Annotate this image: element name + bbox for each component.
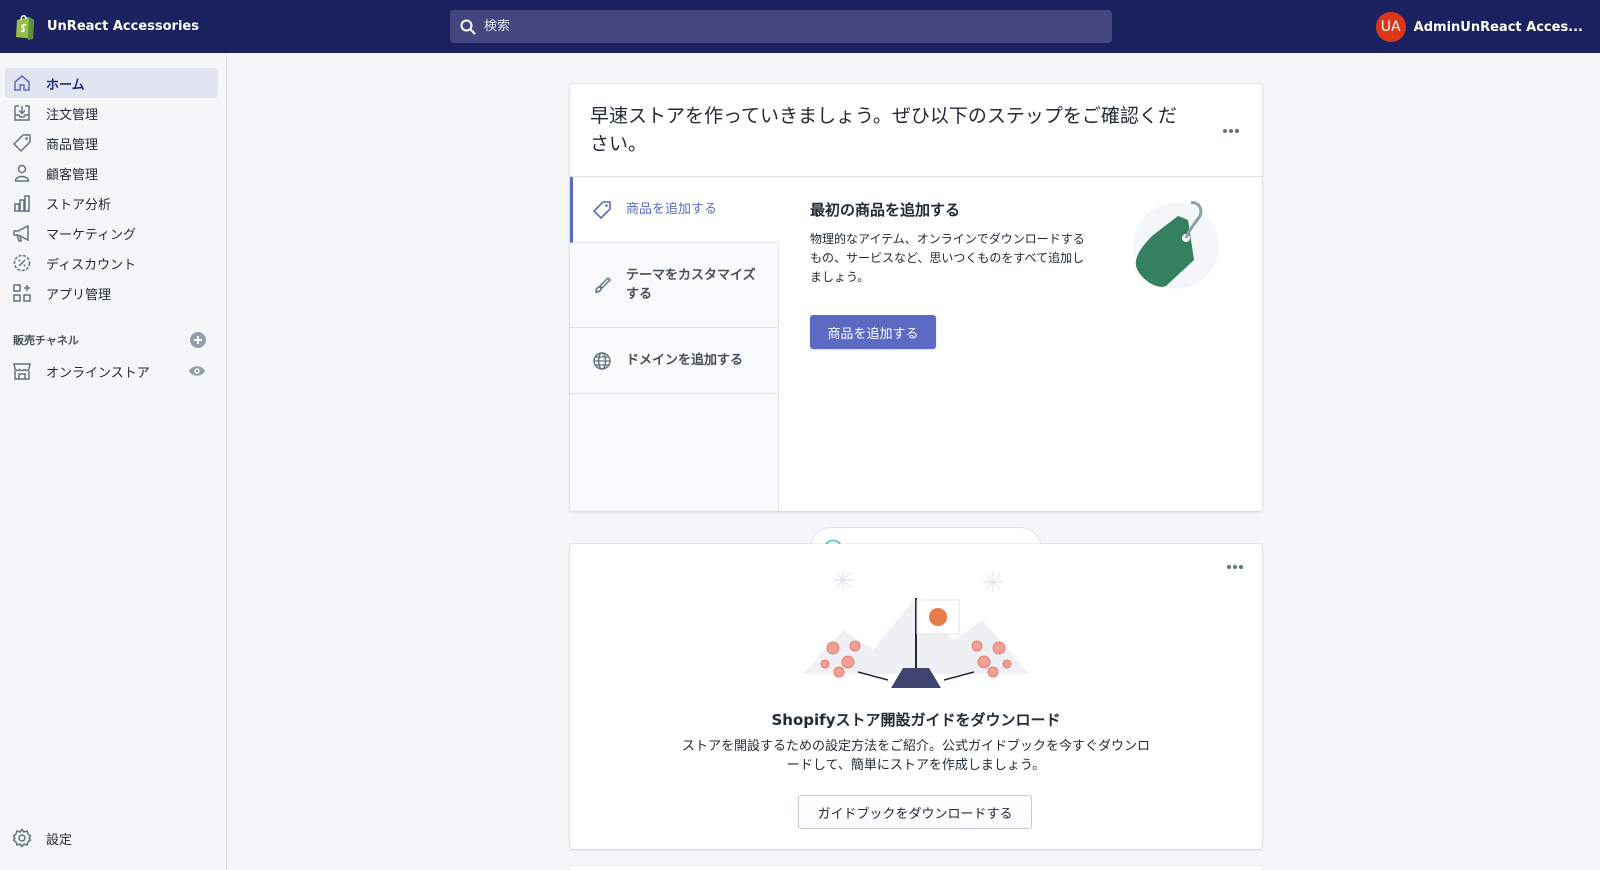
download-guide-button[interactable]: ガイドブックをダウンロードする: [798, 795, 1032, 829]
guide-download-card: Shopifyストア開設ガイドをダウンロード ストアを開設するための設定方法をご…: [570, 544, 1262, 849]
next-card-edge: [570, 866, 1262, 870]
setup-card-body: 商品を追加する テーマをカスタマイズする ドメインを追加する 最初の商品を追加す…: [570, 177, 1262, 571]
sidebar-item-settings[interactable]: 設定: [5, 823, 72, 853]
apps-icon: [13, 284, 31, 302]
more-options-icon[interactable]: [1226, 564, 1244, 570]
sidebar-item-marketing[interactable]: マーケティング: [5, 218, 218, 248]
home-icon: [14, 75, 30, 91]
sidebar-item-online-store[interactable]: オンラインストア: [5, 356, 218, 386]
tab-label: テーマをカスタマイズする: [626, 268, 756, 302]
store-name: UnReact Accessories: [47, 19, 199, 34]
sidebar-item-apps[interactable]: アプリ管理: [5, 278, 218, 308]
panel-description: 物理的なアイテム、オンラインでダウンロードするもの、サービスなど、思いつくものを…: [810, 232, 1085, 284]
sales-channels-header: 販売チャネル: [13, 330, 206, 350]
shopify-bag-icon: [16, 14, 34, 40]
sidebar: ホーム 注文管理 商品管理 顧客管理 ストア分析 マーケティング ディスカウント: [0, 53, 227, 870]
tag-icon: [12, 134, 31, 153]
store-icon: [13, 363, 31, 380]
gear-icon: [12, 828, 32, 848]
add-product-button[interactable]: 商品を追加する: [810, 315, 936, 349]
brush-icon: [595, 276, 612, 293]
sidebar-item-label: ホーム: [46, 77, 85, 93]
sidebar-item-label: 顧客管理: [46, 167, 99, 183]
sidebar-item-label: アプリ管理: [46, 287, 112, 303]
search-bar[interactable]: [450, 10, 1112, 43]
account-menu[interactable]: UA AdminUnReact Acces...: [1375, 12, 1583, 42]
top-bar: UnReact Accessories UA AdminUnReact Acce…: [0, 0, 1600, 53]
japan-flag-illustration: [803, 570, 1029, 688]
sidebar-item-label: オンラインストア: [46, 365, 150, 381]
tab-customize-theme[interactable]: テーマをカスタマイズする: [570, 243, 778, 328]
megaphone-icon: [13, 224, 29, 242]
sales-channels-title: 販売チャネル: [13, 334, 79, 347]
account-name: AdminUnReact Acces...: [1413, 19, 1583, 35]
sidebar-item-orders[interactable]: 注文管理: [5, 98, 218, 128]
discount-icon: [13, 254, 31, 272]
setup-card-title: 早速ストアを作っていきましょう。ぜひ以下のステップをご確認ください。: [590, 105, 1177, 155]
search-input[interactable]: [484, 19, 1084, 34]
guide-title: Shopifyストア開設ガイドをダウンロード: [771, 711, 1061, 729]
tab-add-product[interactable]: 商品を追加する: [570, 177, 779, 243]
person-icon: [14, 164, 30, 182]
add-product-panel: 最初の商品を追加する 物理的なアイテム、オンラインでダウンロードするもの、サービ…: [810, 199, 1250, 349]
sidebar-item-label: 商品管理: [46, 137, 99, 153]
sidebar-item-label: マーケティング: [46, 227, 136, 243]
guide-description: ストアを開設するための設定方法をご紹介。公式ガイドブックを今すぐダウンロードして…: [681, 739, 1150, 773]
sidebar-item-label: ディスカウント: [46, 257, 137, 273]
sidebar-nav: ホーム 注文管理 商品管理 顧客管理 ストア分析 マーケティング ディスカウント: [0, 68, 226, 308]
tab-add-domain[interactable]: ドメインを追加する: [570, 328, 778, 394]
settings-label: 設定: [46, 832, 73, 848]
avatar: UA: [1375, 12, 1406, 42]
product-tag-illustration: [1133, 201, 1219, 289]
more-options-icon[interactable]: [1222, 128, 1240, 134]
bar-chart-icon: [14, 195, 30, 212]
sidebar-item-customers[interactable]: 顧客管理: [5, 158, 218, 188]
orders-icon: [14, 105, 30, 121]
sidebar-item-analytics[interactable]: ストア分析: [5, 188, 218, 218]
sidebar-item-products[interactable]: 商品管理: [5, 128, 218, 158]
setup-steps-tabs: 商品を追加する テーマをカスタマイズする ドメインを追加する: [570, 177, 779, 511]
tab-label: 商品を追加する: [626, 202, 718, 217]
tab-label: ドメインを追加する: [626, 353, 744, 368]
setup-card-header: 早速ストアを作っていきましょう。ぜひ以下のステップをご確認ください。: [570, 84, 1262, 177]
globe-icon: [593, 351, 611, 370]
eye-icon[interactable]: [188, 362, 206, 380]
tag-icon: [592, 200, 611, 219]
sidebar-item-home[interactable]: ホーム: [5, 68, 218, 98]
sidebar-item-label: ストア分析: [46, 197, 112, 213]
setup-guide-card: 早速ストアを作っていきましょう。ぜひ以下のステップをご確認ください。 商品を追加…: [570, 84, 1262, 571]
store-brand[interactable]: UnReact Accessories: [13, 13, 443, 41]
add-channel-plus-icon[interactable]: [190, 332, 206, 348]
sidebar-item-discounts[interactable]: ディスカウント: [5, 248, 218, 278]
search-icon: [460, 19, 476, 35]
sidebar-item-label: 注文管理: [46, 107, 99, 123]
